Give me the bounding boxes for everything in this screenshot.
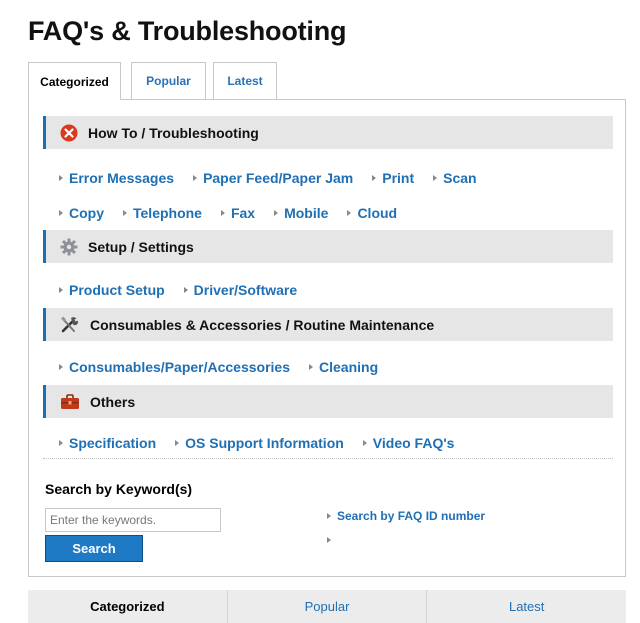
arrow-right-icon [59,287,63,293]
arrow-right-icon [59,210,63,216]
section-title: Setup / Settings [88,238,194,255]
link-cloud[interactable]: Cloud [347,205,397,221]
link-cleaning[interactable]: Cleaning [309,359,378,375]
arrow-right-icon [59,364,63,370]
link-row: Copy Telephone Fax Mobile Cloud [59,205,416,221]
faq-id-search-link[interactable]: Search by FAQ ID number [327,509,485,523]
page-title: FAQ's & Troubleshooting [28,16,347,46]
arrow-right-icon [274,210,279,216]
link-error-messages[interactable]: Error Messages [59,170,174,186]
link-fax[interactable]: Fax [220,205,255,221]
tools-icon [60,316,80,334]
section-header-setup: Setup / Settings [43,230,613,263]
section-header-consumables: Consumables & Accessories / Routine Main… [43,308,613,341]
bottom-tab-latest[interactable]: Latest [427,590,626,623]
bottom-tab-categorized[interactable]: Categorized [28,590,228,623]
link-row: Product Setup Driver/Software [59,282,316,298]
bottom-tab-popular[interactable]: Popular [228,590,428,623]
link-specification[interactable]: Specification [59,435,156,451]
arrow-right-icon [59,440,63,446]
link-print[interactable]: Print [372,170,414,186]
section-title: Consumables & Accessories / Routine Main… [90,316,435,333]
arrow-right-icon [59,175,63,181]
keyword-search-input[interactable] [45,508,221,532]
link-scan[interactable]: Scan [433,170,477,186]
section-header-how-to: How To / Troubleshooting [43,116,613,149]
section-header-others: Others [43,385,613,418]
link-consumables[interactable]: Consumables/Paper/Accessories [59,359,290,375]
error-icon [60,124,78,142]
arrow-right-icon [220,210,225,216]
tab-latest[interactable]: Latest [213,62,277,99]
link-os-support[interactable]: OS Support Information [175,435,344,451]
tab-categorized[interactable]: Categorized [28,62,121,100]
link-copy[interactable]: Copy [59,205,104,221]
link-product-setup[interactable]: Product Setup [59,282,165,298]
arrow-right-icon [433,175,438,181]
search-button[interactable]: Search [45,535,143,562]
link-row: Error Messages Paper Feed/Paper Jam Prin… [59,170,496,186]
link-video-faqs[interactable]: Video FAQ's [362,435,454,451]
link-mobile[interactable]: Mobile [274,205,328,221]
link-row: Specification OS Support Information Vid… [59,435,473,451]
search-heading: Search by Keyword(s) [45,481,193,497]
section-title: Others [90,393,136,410]
bottom-tab-bar: Categorized Popular Latest [28,590,626,623]
faq-category-panel: How To / Troubleshooting Error Messages … [28,99,626,577]
link-row: Consumables/Paper/Accessories Cleaning [59,359,397,375]
arrow-right-icon [193,175,198,181]
link-telephone[interactable]: Telephone [123,205,202,221]
link-paper-feed[interactable]: Paper Feed/Paper Jam [193,170,353,186]
arrow-right-icon [123,210,127,216]
gear-icon [60,238,78,256]
arrow-right-icon [362,440,367,446]
arrow-right-icon [309,364,313,370]
divider [43,458,613,459]
link-driver-software[interactable]: Driver/Software [183,282,297,298]
arrow-right-icon [183,287,188,293]
tab-popular[interactable]: Popular [131,62,206,99]
arrow-right-icon [347,210,352,216]
arrow-right-icon [175,440,180,446]
arrow-right-icon [327,537,331,543]
section-title: How To / Troubleshooting [88,124,259,141]
arrow-right-icon [327,513,331,519]
arrow-right-icon [372,175,377,181]
toolbox-icon [60,393,80,410]
